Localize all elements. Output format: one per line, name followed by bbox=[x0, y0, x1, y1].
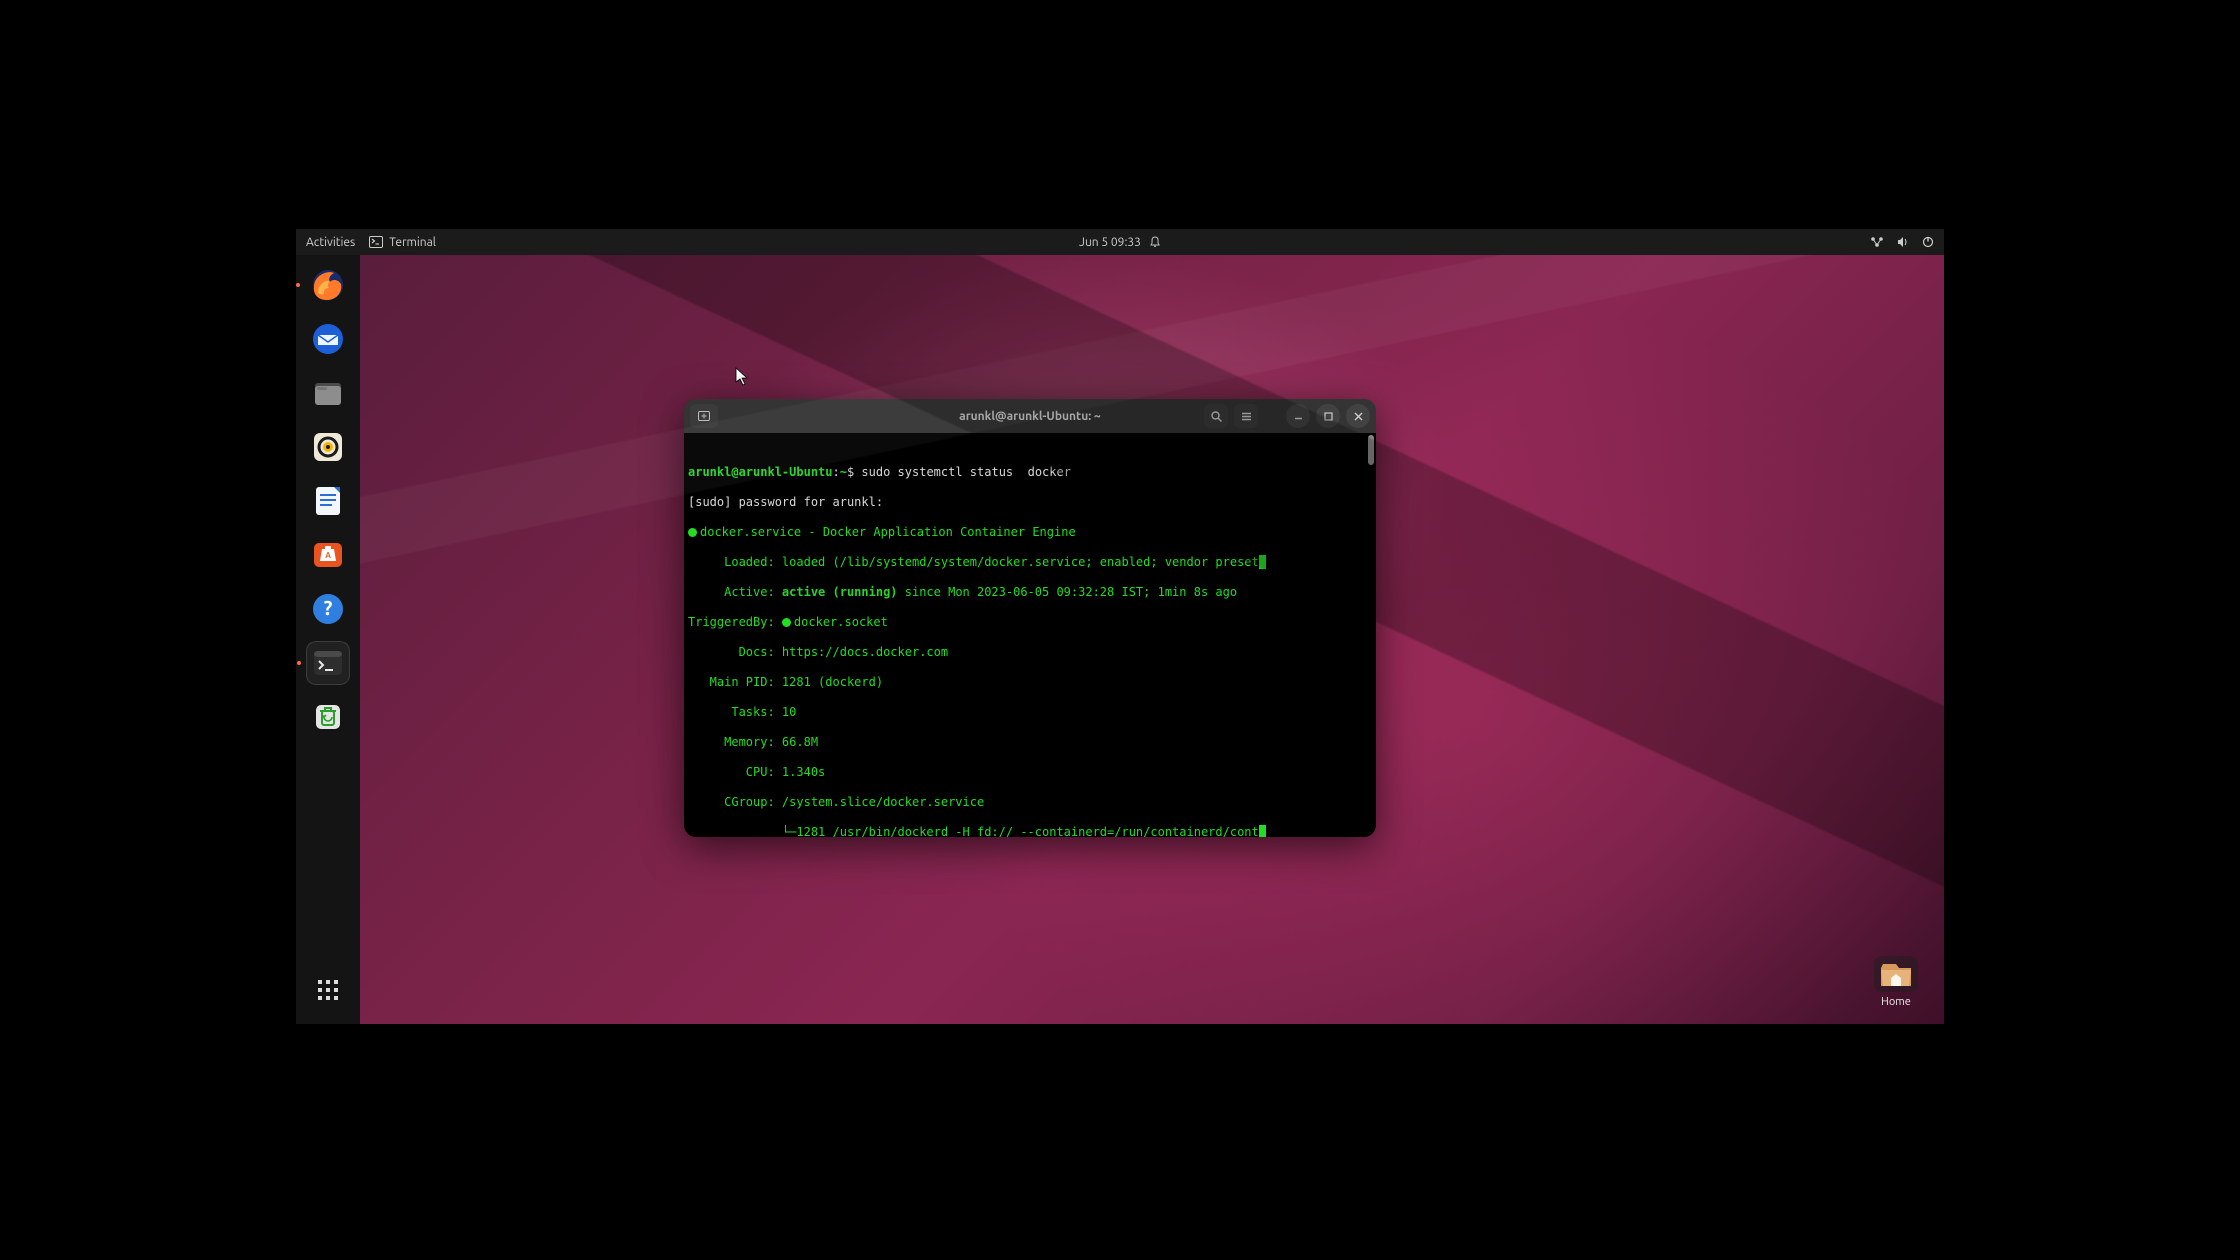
typed-command: sudo systemctl status docker bbox=[861, 465, 1071, 479]
activities-button[interactable]: Activities bbox=[306, 236, 355, 249]
terminal-new-tab-button[interactable] bbox=[690, 404, 718, 428]
dock-firefox[interactable] bbox=[306, 263, 350, 307]
dock-thunderbird[interactable] bbox=[306, 317, 350, 361]
home-folder-icon bbox=[1879, 960, 1913, 988]
dock-trash[interactable] bbox=[306, 695, 350, 739]
mainpid-line: Main PID: 1281 (dockerd) bbox=[688, 675, 1372, 690]
desktop-home-label: Home bbox=[1881, 996, 1911, 1008]
window-maximize-button[interactable] bbox=[1316, 404, 1340, 428]
status-dot-icon bbox=[782, 618, 791, 627]
loaded-line: Loaded: loaded (/lib/systemd/system/dock… bbox=[724, 555, 1259, 569]
rhythmbox-icon bbox=[310, 429, 346, 465]
gnome-desktop: Activities Terminal Jun 5 09:33 bbox=[296, 229, 1944, 1024]
app-grid-icon bbox=[316, 978, 340, 1002]
docs-line: Docs: https://docs.docker.com bbox=[688, 645, 1372, 660]
dock: A ? bbox=[296, 255, 360, 1024]
active-label: Active: bbox=[724, 585, 782, 599]
firefox-icon bbox=[310, 267, 346, 303]
svg-text:?: ? bbox=[324, 596, 333, 619]
files-icon bbox=[310, 375, 346, 411]
notification-icon bbox=[1149, 236, 1161, 248]
terminal-titlebar[interactable]: arunkl@arunkl-Ubuntu: ~ bbox=[684, 399, 1376, 433]
terminal-scrollbar[interactable] bbox=[1368, 435, 1374, 465]
power-icon bbox=[1922, 236, 1934, 248]
cgroup-child: └─1281 /usr/bin/dockerd -H fd:// --conta… bbox=[688, 825, 1259, 837]
dock-terminal[interactable] bbox=[306, 641, 350, 685]
terminal-menu-button[interactable] bbox=[1234, 404, 1258, 428]
libreoffice-writer-icon bbox=[310, 483, 346, 519]
topbar-current-app[interactable]: Terminal bbox=[369, 236, 436, 249]
terminal-window[interactable]: arunkl@arunkl-Ubuntu: ~ bbox=[684, 399, 1376, 837]
svg-text:A: A bbox=[325, 551, 331, 560]
thunderbird-icon bbox=[310, 321, 346, 357]
wallpaper: Home arunkl@arunkl-Ubuntu: ~ bbox=[360, 255, 1944, 1024]
triggeredby-label: TriggeredBy: bbox=[688, 615, 782, 629]
trash-icon bbox=[310, 699, 346, 735]
active-since: since Mon 2023-06-05 09:32:28 IST; 1min … bbox=[898, 585, 1238, 599]
dock-libreoffice-writer[interactable] bbox=[306, 479, 350, 523]
terminal-title: arunkl@arunkl-Ubuntu: ~ bbox=[959, 410, 1101, 423]
mouse-cursor-icon bbox=[735, 367, 749, 387]
memory-line: Memory: 66.8M bbox=[688, 735, 1372, 750]
active-state: active (running) bbox=[782, 585, 898, 599]
terminal-search-button[interactable] bbox=[1204, 404, 1228, 428]
topbar: Activities Terminal Jun 5 09:33 bbox=[296, 229, 1944, 255]
tasks-line: Tasks: 10 bbox=[688, 705, 1372, 720]
terminal-icon bbox=[369, 236, 383, 248]
network-icon bbox=[1870, 236, 1884, 248]
topbar-app-name: Terminal bbox=[389, 236, 436, 249]
show-applications-button[interactable] bbox=[306, 968, 350, 1012]
hamburger-icon bbox=[1240, 410, 1253, 423]
cpu-line: CPU: 1.340s bbox=[688, 765, 1372, 780]
topbar-clock[interactable]: Jun 5 09:33 bbox=[1079, 236, 1161, 249]
terminal-app-icon bbox=[310, 645, 346, 681]
clock-text: Jun 5 09:33 bbox=[1079, 236, 1141, 249]
search-icon bbox=[1210, 410, 1223, 423]
help-icon: ? bbox=[310, 591, 346, 627]
terminal-body[interactable]: arunkl@arunkl-Ubuntu:~$ sudo systemctl s… bbox=[684, 433, 1376, 837]
maximize-icon bbox=[1323, 411, 1334, 422]
window-close-button[interactable] bbox=[1346, 404, 1370, 428]
cgroup-line: CGroup: /system.slice/docker.service bbox=[688, 795, 1372, 810]
service-title: docker.service - Docker Application Cont… bbox=[700, 525, 1076, 539]
ubuntu-software-icon: A bbox=[310, 537, 346, 573]
prompt-user-host: arunkl@arunkl-Ubuntu bbox=[688, 465, 833, 479]
sudo-prompt: [sudo] password for arunkl: bbox=[688, 495, 1372, 510]
triggeredby-value: docker.socket bbox=[794, 615, 888, 629]
window-minimize-button[interactable] bbox=[1286, 404, 1310, 428]
system-status-area[interactable] bbox=[1870, 236, 1934, 248]
dock-ubuntu-software[interactable]: A bbox=[306, 533, 350, 577]
new-tab-icon bbox=[697, 409, 711, 423]
volume-icon bbox=[1896, 236, 1910, 248]
minimize-icon bbox=[1293, 411, 1304, 422]
desktop-home-folder[interactable]: Home bbox=[1864, 956, 1928, 1008]
close-icon bbox=[1353, 411, 1364, 422]
dock-files[interactable] bbox=[306, 371, 350, 415]
status-dot-icon bbox=[688, 528, 697, 537]
dock-help[interactable]: ? bbox=[306, 587, 350, 631]
dock-rhythmbox[interactable] bbox=[306, 425, 350, 469]
